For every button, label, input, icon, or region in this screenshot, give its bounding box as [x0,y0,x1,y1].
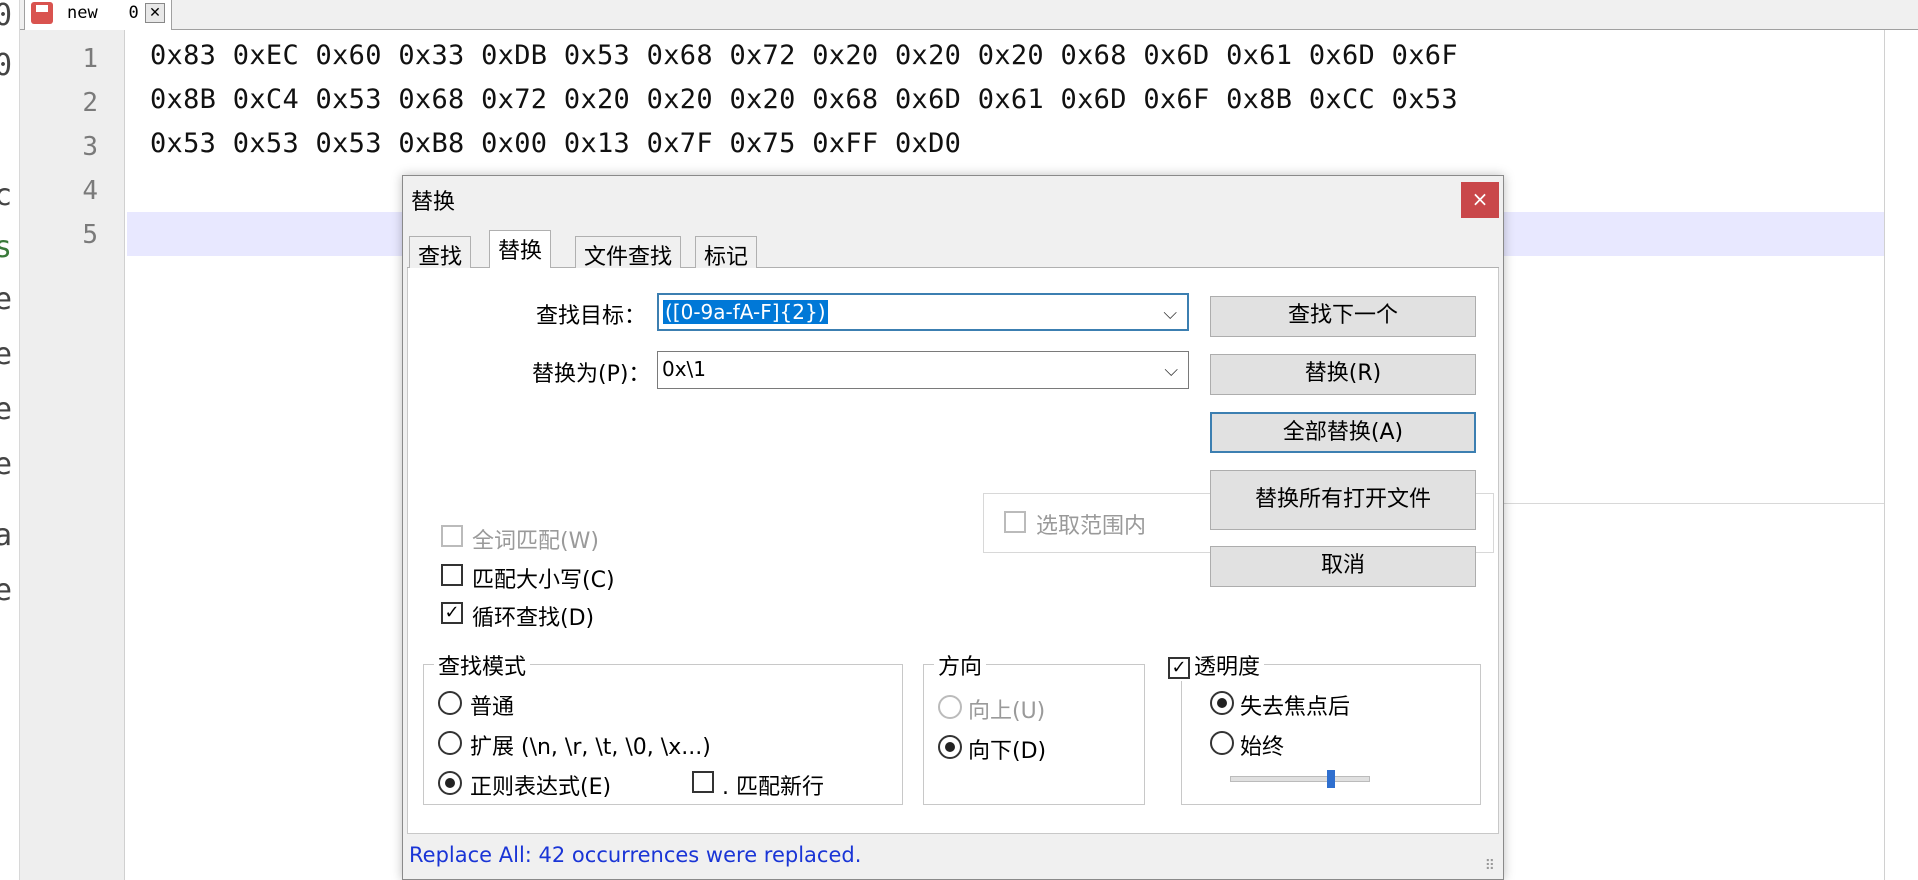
replace-dialog: 替换 × 查找 替换 文件查找 标记 查找目标： ([0-9a-fA-F]{2}… [402,175,1504,880]
search-mode-title: 查找模式 [434,649,531,681]
cancel-button[interactable]: 取消 [1210,546,1476,587]
match-case-checkbox[interactable] [441,564,463,586]
dialog-title: 替换 [411,190,456,215]
find-label: 查找目标： [536,304,647,329]
tab-mark[interactable]: 标记 [695,236,758,270]
left-strip-char: 0 [0,0,12,33]
transparency-slider[interactable] [1230,776,1370,782]
unsaved-disk-icon [31,2,53,24]
transparency-label: 透明度 [1194,655,1261,680]
find-combo[interactable]: ([0-9a-fA-F]{2}) ⌵ [657,293,1189,331]
line-number: 4 [82,176,98,206]
direction-down-label: 向下(D) [968,739,1047,764]
transparency-group: ✓ 透明度 失去焦点后 始终 [1168,649,1481,805]
tab-find-in-files[interactable]: 文件查找 [575,236,682,270]
chevron-down-icon[interactable]: ⌵ [1164,360,1178,381]
tab-replace[interactable]: 替换 [489,230,552,269]
dot-matches-newline-label: . 匹配新行 [722,775,824,800]
wrap-around-checkbox[interactable]: ✓ [441,602,463,624]
replace-all-button[interactable]: 全部替换(A) [1210,412,1476,453]
chevron-down-icon[interactable]: ⌵ [1163,303,1177,324]
code-line-1[interactable]: 0x83 0xEC 0x60 0x33 0xDB 0x53 0x68 0x72 … [150,40,1458,71]
mode-regex-radio[interactable] [438,771,462,795]
direction-up-radio[interactable] [938,695,962,719]
always-radio[interactable] [1210,731,1234,755]
mode-normal-label: 普通 [470,695,515,720]
match-case-label: 匹配大小写(C) [472,568,615,593]
tab-new-0[interactable]: new 0 ✕ [24,0,172,30]
tab-close-icon[interactable]: ✕ [145,3,165,23]
left-strip-char: s [0,230,12,265]
left-strip-char: e [0,337,12,372]
code-line-3[interactable]: 0x53 0x53 0x53 0xB8 0x00 0x13 0x7F 0x75 … [150,128,961,159]
left-strip-char: 0 [0,48,12,83]
resize-grip-icon[interactable]: ⠿ [1485,858,1495,874]
line-number: 5 [82,220,98,250]
left-strip-char: e [0,447,12,482]
find-input[interactable]: ([0-9a-fA-F]{2}) [663,300,828,324]
line-number: 2 [82,88,98,118]
replace-label: 替换为(P)： [532,362,651,387]
direction-group: 方向 向上(U) 向下(D) [923,649,1145,805]
direction-down-radio[interactable] [938,735,962,759]
direction-title: 方向 [934,649,987,681]
whole-word-checkbox[interactable] [441,525,463,547]
replace-input[interactable]: 0x\1 [662,357,706,381]
slider-thumb[interactable] [1326,770,1335,788]
replace-button[interactable]: 替换(R) [1210,354,1476,395]
in-selection-checkbox[interactable] [1004,511,1026,533]
dot-matches-newline-checkbox[interactable] [692,771,714,793]
left-strip-char: e [0,282,12,317]
mode-regex-label: 正则表达式(E) [470,775,612,800]
direction-up-label: 向上(U) [968,699,1046,724]
on-lose-focus-label: 失去焦点后 [1240,695,1351,720]
dialog-tabs: 查找 替换 文件查找 标记 [407,228,1499,270]
search-mode-group: 查找模式 普通 扩展 (\n, \r, \t, \0, \x...) 正则表达式… [423,649,903,805]
mode-extended-radio[interactable] [438,731,462,755]
left-window-strip: 0 0 c s e e e e a e [0,0,20,880]
replace-all-open-docs-button[interactable]: 替换所有打开文件 [1210,470,1476,530]
line-number-gutter: 1 2 3 4 5 [20,30,125,880]
left-strip-char: e [0,392,12,427]
left-strip-char: e [0,573,12,608]
line-number: 1 [82,44,98,74]
on-lose-focus-radio[interactable] [1210,691,1234,715]
divider [1500,503,1884,504]
whole-word-label: 全词匹配(W) [472,529,599,554]
code-line-2[interactable]: 0x8B 0xC4 0x53 0x68 0x72 0x20 0x20 0x20 … [150,84,1458,115]
status-bar: Replace All: 42 occurrences were replace… [407,834,1499,876]
transparency-title: ✓ 透明度 [1168,649,1265,681]
transparency-checkbox[interactable]: ✓ [1168,657,1190,679]
always-label: 始终 [1240,735,1285,760]
status-message: Replace All: 42 occurrences were replace… [409,843,862,867]
replace-combo[interactable]: 0x\1 ⌵ [657,351,1189,389]
mode-normal-radio[interactable] [438,691,462,715]
left-strip-char: a [0,518,12,553]
tab-find[interactable]: 查找 [409,236,472,270]
find-next-button[interactable]: 查找下一个 [1210,296,1476,337]
dialog-close-button[interactable]: × [1461,182,1499,218]
mode-extended-label: 扩展 (\n, \r, \t, \0, \x...) [470,735,711,760]
left-strip-char: c [0,178,12,213]
wrap-around-label: 循环查找(D) [472,606,595,631]
line-number: 3 [82,132,98,162]
in-selection-label: 选取范围内 [1036,514,1147,539]
tab-label: new 0 [67,3,139,23]
editor-right-edge [1884,30,1918,880]
replace-panel: 查找目标： ([0-9a-fA-F]{2}) ⌵ 替换为(P)： 0x\1 ⌵ … [407,268,1499,834]
document-tab-bar: new 0 ✕ [20,0,1918,30]
